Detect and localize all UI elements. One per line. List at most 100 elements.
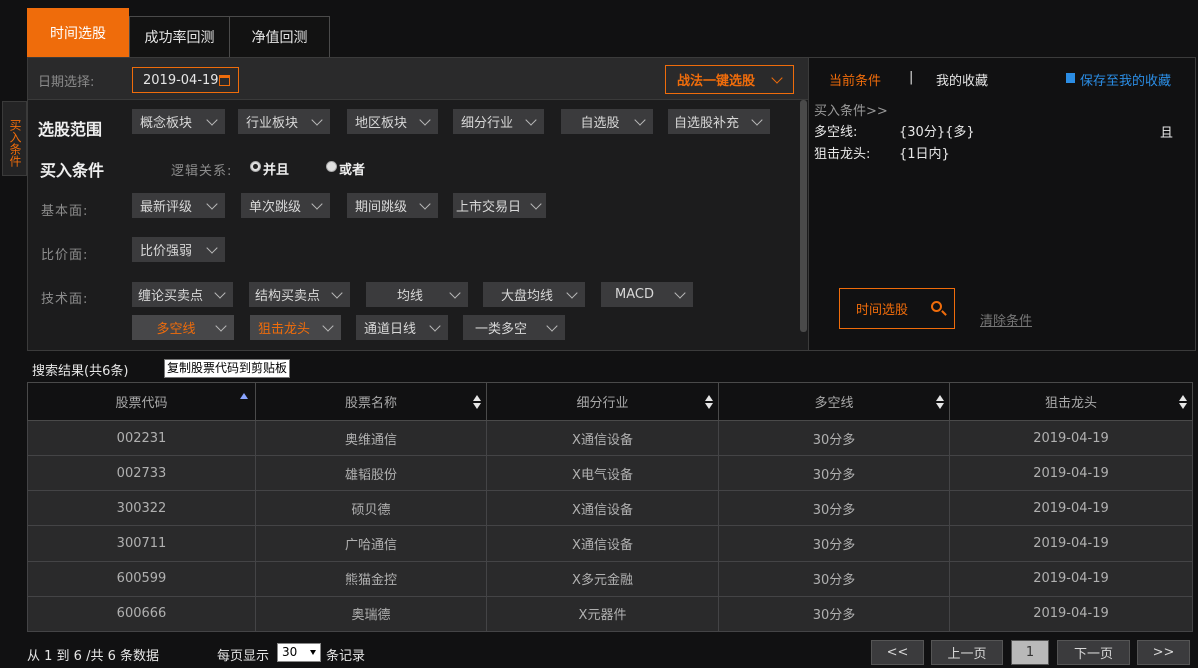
tab-time-select[interactable]: 时间选股 [27, 8, 129, 57]
dropdown-label: 单次跳级 [249, 200, 302, 215]
dropdown-concept-sector[interactable]: 概念板块 [132, 109, 225, 134]
side-tab-buy-conditions[interactable]: 买入条件 [2, 101, 27, 176]
radio-or[interactable] [326, 161, 337, 172]
table-header-row: 股票代码 股票名称 细分行业 多空线 狙击龙头 [27, 382, 1193, 421]
table-row[interactable]: 300711 广哈通信 X通信设备 30分多 2019-04-19 [27, 525, 1193, 562]
clear-conditions-button[interactable]: 清除条件 [980, 310, 1032, 329]
column-header-long-short[interactable]: 多空线 [718, 382, 950, 421]
last-page-button[interactable]: >> [1137, 640, 1190, 665]
dropdown-class-one[interactable]: 一类多空 [463, 315, 565, 340]
range-info: 从 1 到 6 /共 6 条数据 [27, 649, 159, 664]
strategy-select-button[interactable]: 战法一键选股 [665, 65, 794, 94]
dropdown-label: 行业板块 [246, 116, 299, 131]
cell-name: 雄韬股份 [255, 455, 487, 492]
cell-industry: X电气设备 [486, 455, 719, 492]
tab-separator: | [909, 70, 914, 85]
dropdown-moving-average[interactable]: 均线 [366, 282, 468, 307]
dropdown-channel-daily[interactable]: 通道日线 [356, 315, 448, 340]
dropdown-label: 均线 [396, 289, 423, 304]
column-label: 细分行业 [576, 396, 629, 411]
dropdown-industry-sector[interactable]: 行业板块 [238, 109, 330, 134]
table-row[interactable]: 300322 硕贝德 X通信设备 30分多 2019-04-19 [27, 490, 1193, 527]
chevron-down-icon [771, 72, 783, 84]
logic-and-label[interactable]: 并且 [263, 159, 289, 178]
date-value: 2019-04-19 [143, 72, 219, 88]
results-summary: 搜索结果(共6条) [32, 364, 129, 379]
date-input[interactable]: 2019-04-19 [132, 67, 239, 93]
sort-icon[interactable] [936, 395, 944, 409]
dropdown-label: MACD [615, 287, 654, 302]
cell-industry: X元器件 [486, 595, 719, 633]
dropdown-sub-industry[interactable]: 细分行业 [453, 109, 544, 134]
table-row[interactable]: 600666 奥瑞德 X元器件 30分多 2019-04-19 [27, 595, 1193, 633]
dropdown-region-sector[interactable]: 地区板块 [347, 109, 438, 134]
column-header-sniper[interactable]: 狙击龙头 [949, 382, 1193, 421]
per-page-select[interactable]: 30 [277, 643, 321, 662]
scrollbar[interactable] [800, 100, 807, 332]
tab-current-conditions[interactable]: 当前条件 [829, 70, 881, 89]
dropdown-label: 概念板块 [140, 116, 193, 131]
cell-code: 300711 [27, 525, 256, 562]
dropdown-watchlist[interactable]: 自选股 [561, 109, 653, 134]
sort-icon[interactable] [705, 395, 713, 409]
save-icon[interactable] [1066, 73, 1075, 83]
dropdown-long-short-line[interactable]: 多空线 [132, 315, 234, 340]
dropdown-structure-points[interactable]: 结构买卖点 [249, 282, 350, 307]
chevron-down-icon [429, 320, 441, 332]
column-header-code[interactable]: 股票代码 [27, 382, 256, 421]
per-page-value: 30 [282, 645, 298, 659]
cell-name: 奥瑞德 [255, 595, 487, 633]
chevron-down-icon [449, 287, 461, 299]
tab-nav-backtest[interactable]: 净值回测 [229, 16, 330, 57]
search-button-label: 时间选股 [856, 303, 909, 318]
sort-icon[interactable] [473, 395, 481, 409]
first-page-button[interactable]: << [871, 640, 924, 665]
cell-code: 300322 [27, 490, 256, 527]
sort-icon[interactable] [1179, 395, 1187, 409]
save-to-favorites-link[interactable]: 保存至我的收藏 [1080, 70, 1171, 89]
dropdown-latest-rating[interactable]: 最新评级 [132, 193, 225, 218]
dropdown-chan-points[interactable]: 缠论买卖点 [132, 282, 233, 307]
condition-value: {1日内} [899, 147, 950, 162]
dropdown-label: 通道日线 [364, 322, 417, 337]
tab-my-favorites[interactable]: 我的收藏 [936, 70, 988, 89]
next-page-button[interactable]: 下一页 [1057, 640, 1130, 665]
radio-and[interactable] [250, 161, 261, 172]
table-row[interactable]: 600599 熊猫金控 X多元金融 30分多 2019-04-19 [27, 560, 1193, 597]
dropdown-market-ma[interactable]: 大盘均线 [483, 282, 585, 307]
calendar-icon[interactable] [219, 75, 230, 86]
logic-or-label[interactable]: 或者 [339, 159, 365, 178]
dropdown-label: 大盘均线 [500, 289, 553, 304]
column-header-name[interactable]: 股票名称 [255, 382, 487, 421]
cell-long-short: 30分多 [718, 490, 950, 527]
dropdown-macd[interactable]: MACD [601, 282, 693, 307]
cell-industry: X通信设备 [486, 490, 719, 527]
chevron-down-icon [634, 114, 646, 126]
sort-asc-icon[interactable] [240, 393, 248, 399]
dropdown-label: 狙击龙头 [258, 322, 311, 337]
chevron-down-icon [419, 114, 431, 126]
table-row[interactable]: 002231 奥维通信 X通信设备 30分多 2019-04-19 [27, 419, 1193, 457]
time-select-search-button[interactable]: 时间选股 [839, 288, 955, 329]
condition-and: 且 [1160, 126, 1174, 141]
dropdown-price-strength[interactable]: 比价强弱 [132, 237, 225, 262]
buy-conditions-title: 买入条件 [40, 161, 105, 180]
table-row[interactable]: 002733 雄韬股份 X电气设备 30分多 2019-04-19 [27, 455, 1193, 492]
dropdown-arrow-icon [310, 650, 316, 655]
buy-conditions-header: 买入条件>> [814, 104, 888, 119]
chevron-down-icon [206, 242, 218, 254]
prev-page-button[interactable]: 上一页 [931, 640, 1003, 665]
column-label: 多空线 [814, 396, 854, 411]
dropdown-sniper-leader[interactable]: 狙击龙头 [250, 315, 341, 340]
current-page-button[interactable]: 1 [1011, 640, 1049, 665]
tab-success-backtest[interactable]: 成功率回测 [129, 16, 230, 57]
column-header-industry[interactable]: 细分行业 [486, 382, 719, 421]
dropdown-period-jump[interactable]: 期间跳级 [347, 193, 438, 218]
dropdown-watchlist-extra[interactable]: 自选股补充 [668, 109, 770, 134]
dropdown-listing-days[interactable]: 上市交易日 [453, 193, 546, 218]
copy-codes-button[interactable]: 复制股票代码到剪贴板 [164, 359, 291, 378]
chevron-down-icon [566, 287, 578, 299]
dropdown-single-jump[interactable]: 单次跳级 [241, 193, 330, 218]
dropdown-label: 细分行业 [461, 116, 514, 131]
logic-label: 逻辑关系: [171, 164, 233, 179]
